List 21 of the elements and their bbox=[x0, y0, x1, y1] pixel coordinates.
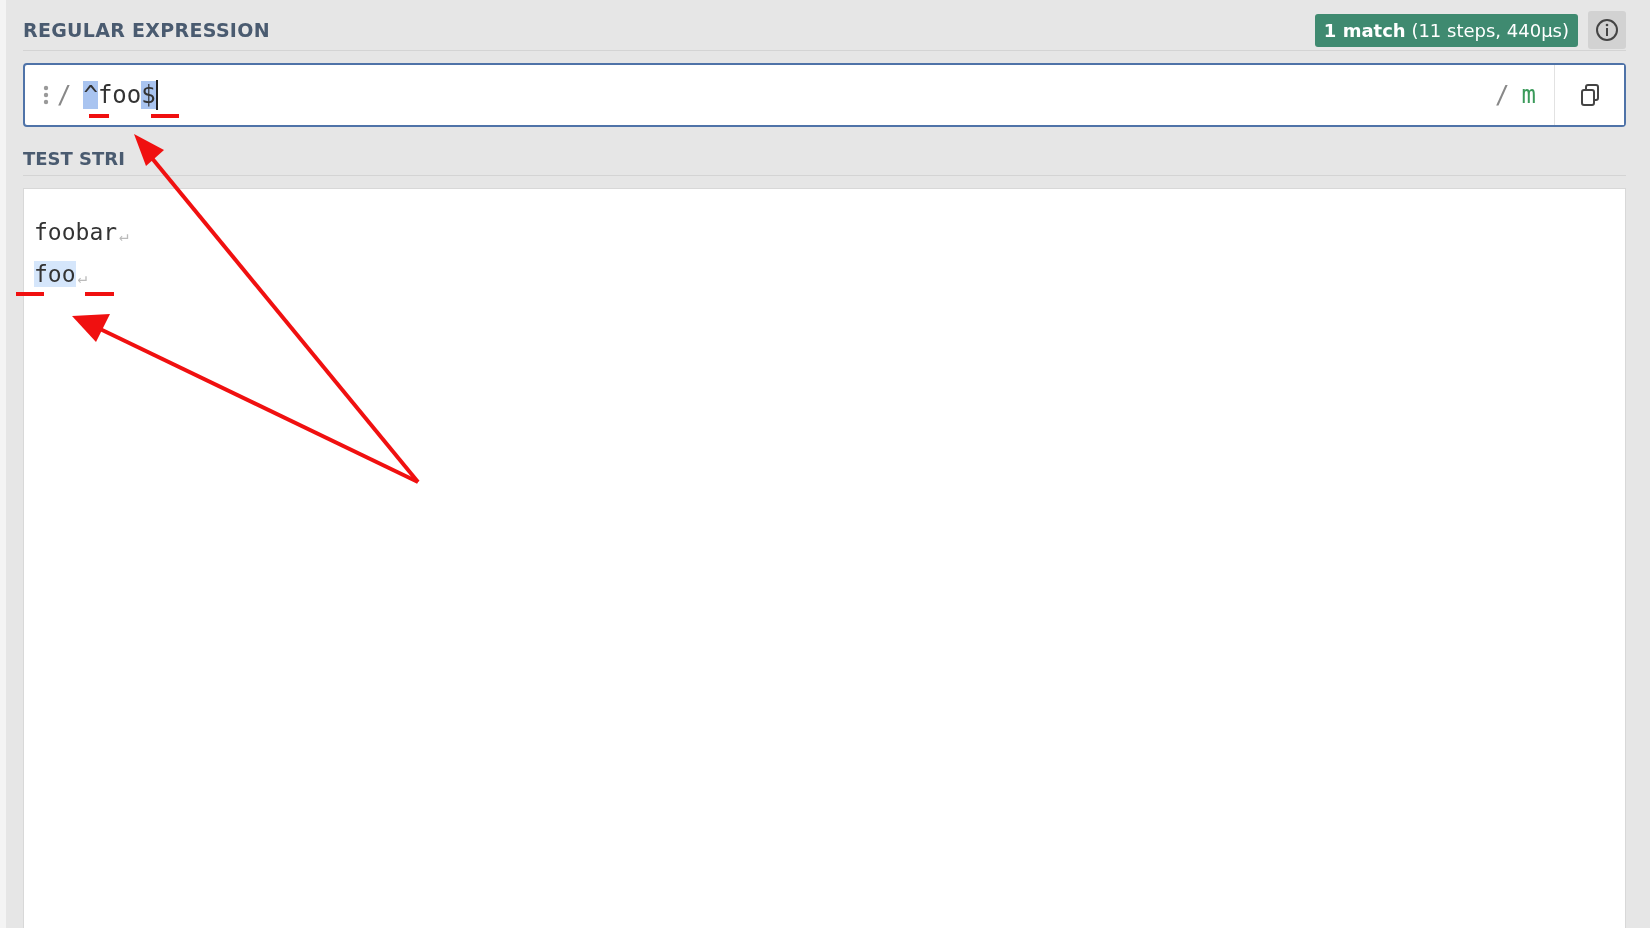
annotation-underline bbox=[151, 114, 179, 118]
delimiter: / bbox=[57, 81, 72, 109]
newline-mark: ↵ bbox=[119, 226, 129, 245]
copy-icon[interactable] bbox=[1554, 65, 1624, 125]
test-line: foobar bbox=[34, 219, 118, 245]
regex-flags[interactable]: m bbox=[1521, 81, 1536, 109]
annotation-underline bbox=[85, 292, 114, 296]
drag-handle-icon[interactable] bbox=[43, 85, 49, 105]
section-label: TEST STRI bbox=[23, 147, 125, 169]
section-label: REGULAR EXPRESSION bbox=[23, 19, 270, 41]
regex-input-field[interactable]: / ^foo$ / m bbox=[23, 63, 1626, 127]
test-string-area[interactable]: foobar↵ foo↵ bbox=[23, 188, 1626, 928]
regex-token: ^ bbox=[83, 81, 98, 109]
delimiter: / bbox=[1495, 81, 1510, 109]
annotation-underline bbox=[16, 292, 44, 296]
match-badge: 1 match (11 steps, 440µs) bbox=[1314, 13, 1578, 47]
regex-token: foo bbox=[97, 81, 142, 109]
regex-token: $ bbox=[141, 81, 156, 109]
info-icon[interactable] bbox=[1588, 11, 1626, 49]
newline-mark: ↵ bbox=[77, 268, 88, 287]
annotation-underline bbox=[89, 114, 109, 118]
